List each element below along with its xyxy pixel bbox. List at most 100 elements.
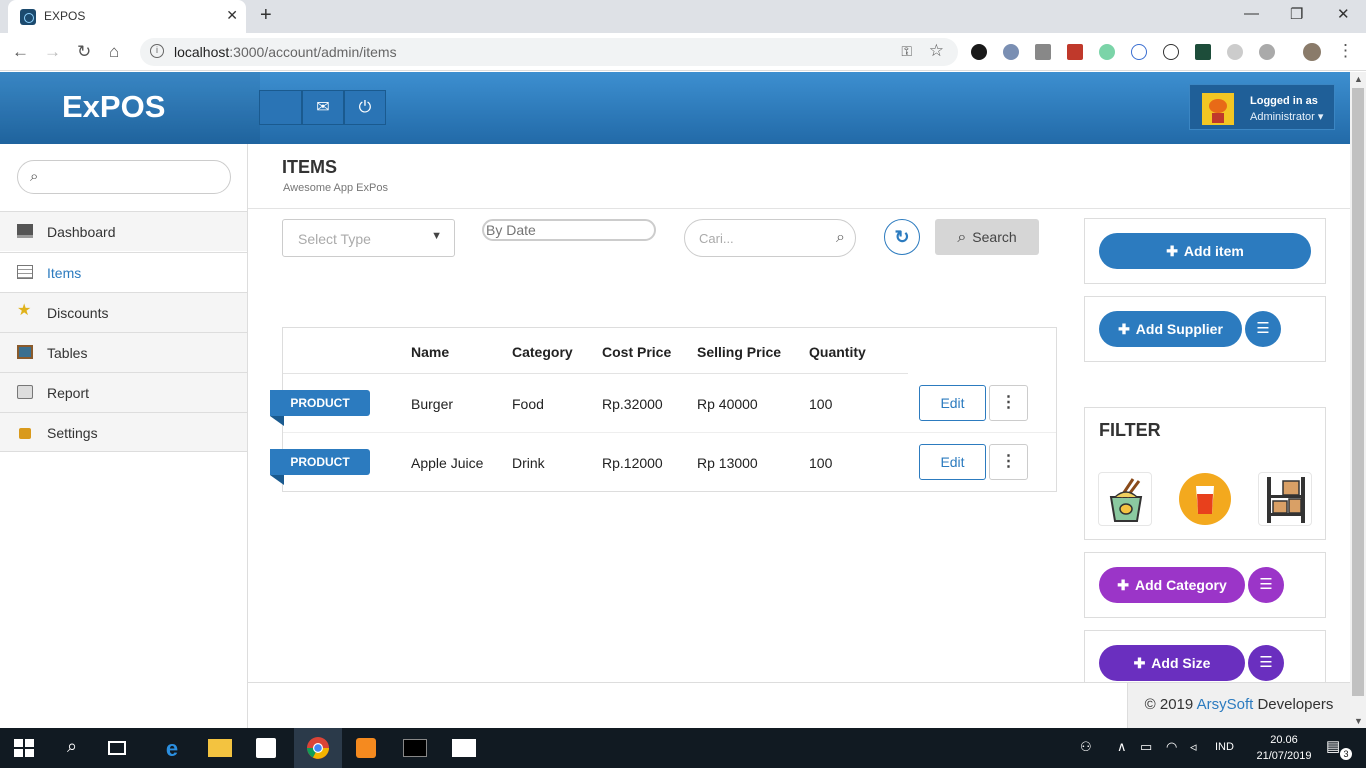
- sidebar-item-discounts[interactable]: ★ Discounts: [0, 292, 247, 332]
- store-icon[interactable]: [256, 738, 276, 758]
- extension-icon[interactable]: [1099, 44, 1115, 60]
- volume-icon[interactable]: ◃: [1190, 739, 1197, 755]
- items-table: Name Category Cost Price Selling Price Q…: [270, 327, 1057, 492]
- chevron-up-icon[interactable]: ∧: [1117, 739, 1127, 755]
- refresh-button[interactable]: ↻: [884, 219, 920, 255]
- avatar: [1202, 93, 1234, 125]
- edit-button[interactable]: Edit: [919, 385, 986, 421]
- header-blank-button[interactable]: [259, 90, 302, 125]
- language-indicator[interactable]: IND: [1215, 741, 1234, 753]
- select-type-dropdown[interactable]: Select Type ▼: [282, 219, 455, 257]
- extension-icon[interactable]: [1067, 44, 1083, 60]
- list-icon: ☰: [1259, 654, 1273, 671]
- home-icon[interactable]: ⌂: [109, 42, 119, 62]
- page-scrollbar[interactable]: ▲ ▼: [1350, 72, 1366, 728]
- column-header: Category: [512, 344, 573, 360]
- sidebar-item-tables[interactable]: Tables: [0, 332, 247, 372]
- more-options-button[interactable]: ⋮: [989, 385, 1028, 421]
- key-icon[interactable]: ⚿: [901, 43, 912, 60]
- browser-tab[interactable]: EXPOS ✕: [8, 0, 246, 33]
- sidebar-item-label: Report: [47, 385, 90, 401]
- category-list-button[interactable]: ☰: [1248, 567, 1284, 603]
- extension-icon[interactable]: [1227, 44, 1243, 60]
- page-title: ITEMS: [282, 157, 338, 177]
- clock[interactable]: 20.06 21/07/2019: [1256, 732, 1312, 764]
- extension-icon[interactable]: [1003, 44, 1019, 60]
- minimize-icon[interactable]: —: [1244, 5, 1259, 22]
- product-badge: PRODUCT: [270, 390, 370, 426]
- url-text: localhost:3000/account/admin/items: [174, 44, 397, 60]
- notification-icon[interactable]: ▤: [1326, 737, 1340, 755]
- date-input[interactable]: [482, 219, 656, 241]
- cell-quantity: 100: [809, 455, 833, 471]
- user-menu[interactable]: Logged in as Administrator ▾: [1189, 84, 1335, 130]
- column-header: Name: [411, 344, 450, 360]
- back-icon[interactable]: ←: [12, 42, 29, 62]
- chrome-icon[interactable]: [306, 736, 330, 760]
- cari-search-input[interactable]: Cari... ⌕: [684, 219, 856, 257]
- select-type-placeholder: Select Type: [298, 231, 371, 247]
- table-row[interactable]: PRODUCT Apple Juice Drink Rp.12000 Rp 13…: [270, 433, 1056, 492]
- add-category-button[interactable]: ✚ Add Category: [1099, 567, 1245, 603]
- mail-icon[interactable]: [452, 739, 476, 757]
- extension-icon[interactable]: [1163, 44, 1179, 60]
- edit-button[interactable]: Edit: [919, 444, 986, 480]
- file-explorer-icon[interactable]: [208, 739, 232, 757]
- search-icon[interactable]: ⌕: [60, 736, 84, 760]
- scrollbar-thumb[interactable]: [1352, 88, 1364, 696]
- cari-placeholder: Cari...: [699, 231, 734, 246]
- add-size-button[interactable]: ✚ Add Size: [1099, 645, 1245, 681]
- new-tab-button[interactable]: +: [260, 4, 272, 27]
- company-link[interactable]: ArsySoft: [1197, 696, 1254, 713]
- supplier-list-button[interactable]: ☰: [1245, 311, 1281, 347]
- tab-close-icon[interactable]: ✕: [226, 7, 238, 24]
- restore-icon[interactable]: ❐: [1290, 5, 1303, 23]
- sidebar-item-items[interactable]: Items: [0, 252, 247, 292]
- footer: © 2019 ArsySoft Developers: [1127, 683, 1350, 728]
- people-icon[interactable]: ⚇: [1080, 739, 1092, 755]
- sublime-text-icon[interactable]: [356, 738, 376, 758]
- search-icon: ⌕: [30, 168, 39, 185]
- supplier-card: ✚ Add Supplier ☰: [1084, 296, 1326, 362]
- menu-dots-icon[interactable]: ⋮: [1337, 41, 1354, 61]
- extension-icon[interactable]: [971, 44, 987, 60]
- extension-icon[interactable]: [1259, 44, 1275, 60]
- filter-storage-button[interactable]: [1258, 472, 1312, 526]
- scroll-down-icon[interactable]: ▼: [1354, 716, 1363, 726]
- windows-start-icon[interactable]: [12, 736, 36, 760]
- sidebar-search-input[interactable]: ⌕: [17, 160, 231, 194]
- battery-icon[interactable]: ▭: [1140, 739, 1152, 755]
- site-info-icon[interactable]: i: [150, 44, 164, 58]
- sidebar-item-dashboard[interactable]: Dashboard: [0, 211, 247, 251]
- cell-name: Apple Juice: [411, 455, 484, 471]
- filter-food-button[interactable]: [1098, 472, 1152, 526]
- sidebar-item-settings[interactable]: Settings: [0, 412, 247, 452]
- task-view-icon[interactable]: [108, 741, 126, 755]
- reload-icon[interactable]: ↻: [77, 42, 91, 62]
- add-supplier-label: Add Supplier: [1135, 321, 1223, 337]
- more-options-button[interactable]: ⋮: [989, 444, 1028, 480]
- scroll-up-icon[interactable]: ▲: [1354, 74, 1363, 84]
- logout-button[interactable]: ⏻: [344, 90, 386, 125]
- add-supplier-button[interactable]: ✚ Add Supplier: [1099, 311, 1242, 347]
- extension-icon[interactable]: [1195, 44, 1211, 60]
- search-button[interactable]: ⌕ Search: [935, 219, 1039, 255]
- brand-logo[interactable]: ExPOS: [62, 89, 165, 125]
- window-close-icon[interactable]: ✕: [1337, 5, 1350, 23]
- address-bar[interactable]: i localhost:3000/account/admin/items ⚿ ☆: [140, 38, 958, 66]
- edge-icon[interactable]: e: [160, 736, 184, 761]
- mail-button[interactable]: ✉: [302, 90, 344, 125]
- bookmark-star-icon[interactable]: ☆: [929, 41, 944, 61]
- add-item-button[interactable]: ✚ Add item: [1099, 233, 1311, 269]
- size-list-button[interactable]: ☰: [1248, 645, 1284, 681]
- table-row[interactable]: PRODUCT Burger Food Rp.32000 Rp 40000 10…: [270, 374, 1056, 433]
- add-item-label: Add item: [1183, 243, 1244, 259]
- sidebar-item-report[interactable]: Report: [0, 372, 247, 412]
- extension-icon[interactable]: [1035, 44, 1051, 60]
- terminal-icon[interactable]: [403, 739, 427, 757]
- wifi-icon[interactable]: ◠: [1166, 739, 1177, 755]
- filter-drink-button[interactable]: [1178, 472, 1232, 526]
- forward-icon[interactable]: →: [44, 42, 61, 62]
- profile-avatar[interactable]: [1303, 43, 1321, 61]
- extension-icon[interactable]: [1131, 44, 1147, 60]
